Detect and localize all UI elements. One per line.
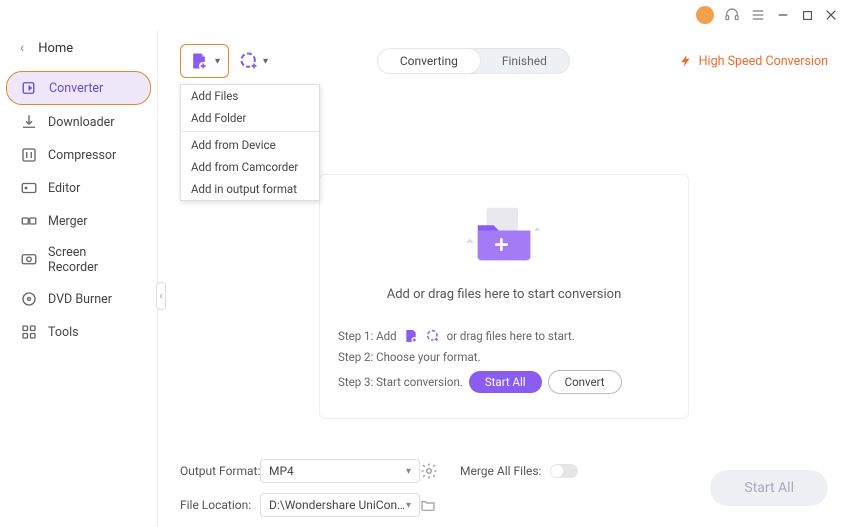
step-3: Step 3: Start conversion. Start All Conv…: [338, 370, 670, 394]
home-label: Home: [38, 41, 73, 56]
dropdown-item[interactable]: Add Files: [181, 85, 319, 107]
chevron-left-icon: ‹: [20, 40, 24, 56]
folder-plus-illustration[interactable]: [449, 199, 559, 269]
close-button[interactable]: [824, 8, 838, 22]
ring-plus-icon[interactable]: [425, 328, 441, 344]
output-format-select[interactable]: MP4 ▾: [260, 459, 420, 483]
sidebar-item-label: Screen Recorder: [48, 245, 137, 275]
folder-open-icon[interactable]: [420, 497, 436, 513]
editor-icon: [20, 179, 38, 197]
chevron-down-icon: ▾: [406, 466, 411, 477]
file-location-select[interactable]: D:\Wondershare UniConverter 1 ▾: [260, 493, 420, 517]
hsc-label: High Speed Conversion: [699, 54, 828, 69]
dropzone-text: Add or drag files here to start conversi…: [387, 287, 622, 302]
chevron-down-icon[interactable]: ▾: [263, 56, 268, 67]
record-icon: [20, 251, 38, 269]
sidebar-item-label: Merger: [48, 214, 137, 229]
tab-converting[interactable]: Converting: [378, 49, 480, 73]
add-files-dropdown: Add Files Add Folder Add from Device Add…: [180, 84, 320, 201]
file-plus-icon: [189, 51, 209, 71]
sidebar-item-label: Downloader: [48, 115, 137, 130]
sidebar-item-screen-recorder[interactable]: Screen Recorder: [6, 238, 151, 282]
dropdown-item[interactable]: Add from Camcorder: [181, 156, 319, 178]
dropdown-item[interactable]: Add Folder: [181, 107, 319, 129]
file-location-label: File Location:: [180, 498, 260, 512]
sidebar-item-label: Converter: [49, 81, 136, 96]
sidebar-item-label: Tools: [48, 325, 137, 340]
download-icon: [20, 113, 38, 131]
sidebar-item-downloader[interactable]: Downloader: [6, 106, 151, 138]
sidebar: ‹ Home Converter Downloader Compressor: [0, 30, 158, 527]
dropdown-item[interactable]: Add in output format: [181, 178, 319, 200]
file-plus-icon[interactable]: [403, 328, 419, 344]
merge-toggle[interactable]: [550, 464, 578, 478]
hamburger-icon[interactable]: [750, 7, 766, 23]
sidebar-item-label: Editor: [48, 181, 137, 196]
gear-icon[interactable]: [420, 462, 438, 480]
tab-finished[interactable]: Finished: [480, 49, 569, 73]
sidebar-item-tools[interactable]: Tools: [6, 316, 151, 348]
sidebar-item-label: DVD Burner: [48, 292, 137, 307]
converter-icon: [21, 79, 39, 97]
disc-icon: [20, 290, 38, 308]
sidebar-item-merger[interactable]: Merger: [6, 205, 151, 237]
dropdown-item[interactable]: Add from Device: [181, 134, 319, 156]
minimize-button[interactable]: [776, 8, 790, 22]
lightning-icon: [679, 54, 693, 68]
start-all-mini-button[interactable]: Start All: [469, 371, 542, 393]
merge-label: Merge All Files:: [460, 464, 550, 478]
add-ring-button[interactable]: [239, 51, 259, 71]
status-tabs: Converting Finished: [377, 48, 570, 74]
chevron-down-icon: ▾: [406, 500, 411, 511]
step-1: Step 1: Add or drag files here to start.: [338, 328, 670, 344]
sidebar-item-compressor[interactable]: Compressor: [6, 139, 151, 171]
divider: [181, 131, 319, 132]
tools-icon: [20, 323, 38, 341]
sidebar-item-editor[interactable]: Editor: [6, 172, 151, 204]
headset-icon[interactable]: [724, 7, 740, 23]
chevron-down-icon: ▾: [215, 56, 220, 67]
dropzone-panel: Add or drag files here to start conversi…: [319, 174, 689, 419]
avatar[interactable]: [696, 6, 714, 24]
start-all-button[interactable]: Start All: [710, 470, 828, 506]
output-format-label: Output Format:: [180, 464, 260, 478]
add-files-button[interactable]: ▾: [180, 44, 229, 78]
high-speed-conversion-button[interactable]: High Speed Conversion: [679, 54, 828, 69]
convert-mini-button[interactable]: Convert: [548, 370, 622, 394]
sidebar-item-dvd-burner[interactable]: DVD Burner: [6, 283, 151, 315]
merger-icon: [20, 212, 38, 230]
compress-icon: [20, 146, 38, 164]
maximize-button[interactable]: [800, 8, 814, 22]
sidebar-item-converter[interactable]: Converter: [6, 71, 151, 105]
home-button[interactable]: ‹ Home: [0, 36, 157, 70]
step-2: Step 2: Choose your format.: [338, 350, 670, 364]
sidebar-item-label: Compressor: [48, 148, 137, 163]
